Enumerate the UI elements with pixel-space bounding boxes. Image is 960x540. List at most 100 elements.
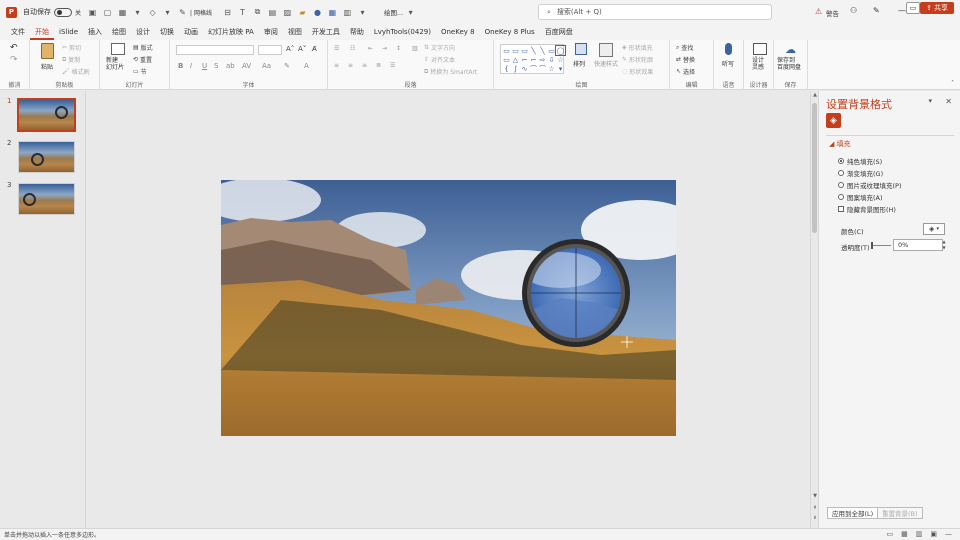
section-button[interactable]: ▭ 节 [133, 67, 147, 76]
hide-graphics-option[interactable]: 隐藏背景图形(H) [838, 204, 896, 214]
bold-icon[interactable]: B [178, 62, 183, 70]
columns-icon[interactable]: ▥ [412, 45, 418, 52]
table-icon[interactable]: ▦ [327, 7, 338, 18]
numbering-icon[interactable]: ☷ [350, 45, 355, 52]
menu-tab[interactable]: 切换 [155, 24, 179, 40]
triangle-shape-icon[interactable]: △ [511, 55, 520, 64]
highlight-icon[interactable]: ✎ [284, 62, 290, 70]
underline-icon[interactable]: U [202, 62, 207, 70]
italic-icon[interactable]: I [190, 62, 192, 70]
rectangle-shape-icon[interactable]: ▭ [520, 46, 529, 55]
reset-background-button[interactable]: 重置背景(B) [877, 507, 923, 519]
zoom-out-icon[interactable]: — [945, 530, 952, 538]
slide-thumbnail-2[interactable]: 2 [0, 139, 86, 175]
shadow-icon[interactable]: S [214, 62, 218, 70]
menu-tab[interactable]: 设计 [131, 24, 155, 40]
chevron-down-icon[interactable]: ▾ [162, 7, 173, 18]
shape-effects-button[interactable]: ◌ 形状效果 [622, 67, 653, 76]
slide-preview[interactable] [18, 141, 75, 173]
autosave-toggle[interactable] [54, 7, 72, 17]
grid-icon[interactable]: ▦ [117, 7, 128, 18]
rectangle-shape-icon[interactable]: ▭ [511, 46, 520, 55]
apply-to-all-button[interactable]: 应用到全部(L) [827, 507, 879, 519]
indent-increase-icon[interactable]: ⇥ [382, 45, 387, 52]
image-icon[interactable]: ▨ [282, 7, 293, 18]
warning-icon[interactable]: ⚠ [815, 7, 822, 16]
star-shape-icon[interactable]: ☆ [556, 55, 565, 64]
paste-button[interactable]: 粘贴 [38, 43, 58, 73]
arrow-shape-icon[interactable]: ⇩ [547, 55, 556, 64]
dictate-button[interactable]: 听写 [720, 43, 738, 73]
font-color-icon[interactable]: A [304, 62, 309, 70]
brace-shape-icon[interactable]: { [502, 64, 511, 73]
vertical-scrollbar[interactable]: ▲ ▼ ⇞ ⇟ [810, 91, 818, 528]
slide-preview[interactable] [18, 183, 75, 215]
transparency-slider-handle[interactable] [871, 242, 873, 249]
align-icon[interactable]: ⊟ [222, 7, 233, 18]
draw-icon[interactable]: ✎ [177, 7, 188, 18]
line-shape-icon[interactable]: ╲ [529, 46, 538, 55]
line-shape-icon[interactable]: ╲ [538, 46, 547, 55]
pattern-fill-option[interactable]: 图案填充(A) [838, 192, 883, 202]
warning-label[interactable]: 警告 [826, 8, 839, 18]
transparency-slider[interactable] [873, 245, 891, 246]
menu-tab[interactable]: OneKey 8 [436, 24, 480, 40]
find-button[interactable]: ⌕ 查找 [676, 43, 693, 53]
menu-tab[interactable]: 视图 [283, 24, 307, 40]
curve-shape-icon[interactable]: ⌒ [529, 64, 538, 73]
clear-format-icon[interactable]: A̸ [312, 45, 317, 53]
align-left-icon[interactable]: ≡ [334, 62, 339, 69]
radio[interactable] [838, 170, 844, 176]
justify-icon[interactable]: ≣ [376, 62, 381, 69]
menu-tab[interactable]: 帮助 [345, 24, 369, 40]
align-text-button[interactable]: ⇳ 对齐文本 [424, 55, 455, 64]
smartart-button[interactable]: ⧉ 转换为 SmartArt [424, 67, 477, 77]
solid-fill-option[interactable]: 纯色填充(S) [838, 156, 882, 166]
star-shape-icon[interactable]: ☆ [547, 64, 556, 73]
reading-view-icon[interactable]: ▥ [916, 530, 923, 538]
copy-button[interactable]: ⧉ 复制 [62, 55, 80, 65]
menu-tab[interactable]: 文件 [6, 24, 30, 40]
slideshow-icon[interactable]: ▣ [930, 530, 937, 538]
menu-tab[interactable]: 绘图 [107, 24, 131, 40]
copy-icon[interactable]: ⧉ [252, 7, 263, 18]
new-slide-button[interactable]: 新建 幻灯片 [106, 43, 130, 75]
normal-view-icon[interactable]: ▭ [887, 530, 894, 538]
search-input[interactable]: ⌕ 搜索(Alt + Q) [538, 4, 772, 20]
chevron-down-icon[interactable]: ▾ [405, 7, 416, 18]
new-doc-icon[interactable]: ▢ [102, 7, 113, 18]
case-icon[interactable]: Aa [262, 62, 271, 70]
menu-tab[interactable]: 动画 [179, 24, 203, 40]
fill-tab-icon[interactable]: ◈ [826, 113, 841, 128]
indent-decrease-icon[interactable]: ⇤ [368, 45, 373, 52]
shape-outline-button[interactable]: ✎ 形状轮廓 [622, 55, 653, 64]
rectangle-shape-icon[interactable]: ▭ [502, 46, 511, 55]
line-spacing-icon[interactable]: ↕ [396, 45, 401, 52]
layout-icon[interactable]: ▥ [342, 7, 353, 18]
curve-shape-icon[interactable]: ∫ [511, 64, 520, 73]
radio-selected[interactable] [838, 158, 844, 164]
shape-fill-button[interactable]: ◈ 形状填充 [622, 43, 653, 52]
gridlines-toggle[interactable]: | 网格线 [190, 8, 212, 17]
menu-tab[interactable]: iSlide [54, 24, 83, 40]
slide-thumbnail-3[interactable]: 3 [0, 181, 86, 217]
cut-button[interactable]: ✂ 剪切 [62, 43, 81, 52]
checkbox[interactable] [838, 206, 844, 212]
scroll-thumb[interactable] [812, 103, 817, 233]
bullets-icon[interactable]: ☰ [334, 45, 339, 52]
slide-preview[interactable] [17, 98, 76, 132]
chevron-down-icon[interactable]: ▾ [132, 7, 143, 18]
align-center-icon[interactable]: ≡ [348, 62, 353, 69]
more-icon[interactable]: ▾ [357, 7, 368, 18]
font-name-select[interactable] [176, 45, 254, 55]
menu-tab[interactable]: 百度网盘 [540, 24, 578, 40]
color-picker-button[interactable]: ◈ ▾ [923, 223, 945, 235]
font-size-select[interactable] [258, 45, 282, 55]
strikethrough-icon[interactable]: ab [226, 62, 235, 70]
menu-tab[interactable]: 审阅 [259, 24, 283, 40]
oval-shape-icon[interactable]: ◯ [555, 45, 566, 56]
curve-shape-icon[interactable]: ⌒ [538, 64, 547, 73]
menu-tab[interactable]: 开始 [30, 24, 54, 40]
grow-font-icon[interactable]: A˄ [286, 45, 294, 53]
collapse-ribbon-icon[interactable]: ˄ [951, 80, 954, 87]
